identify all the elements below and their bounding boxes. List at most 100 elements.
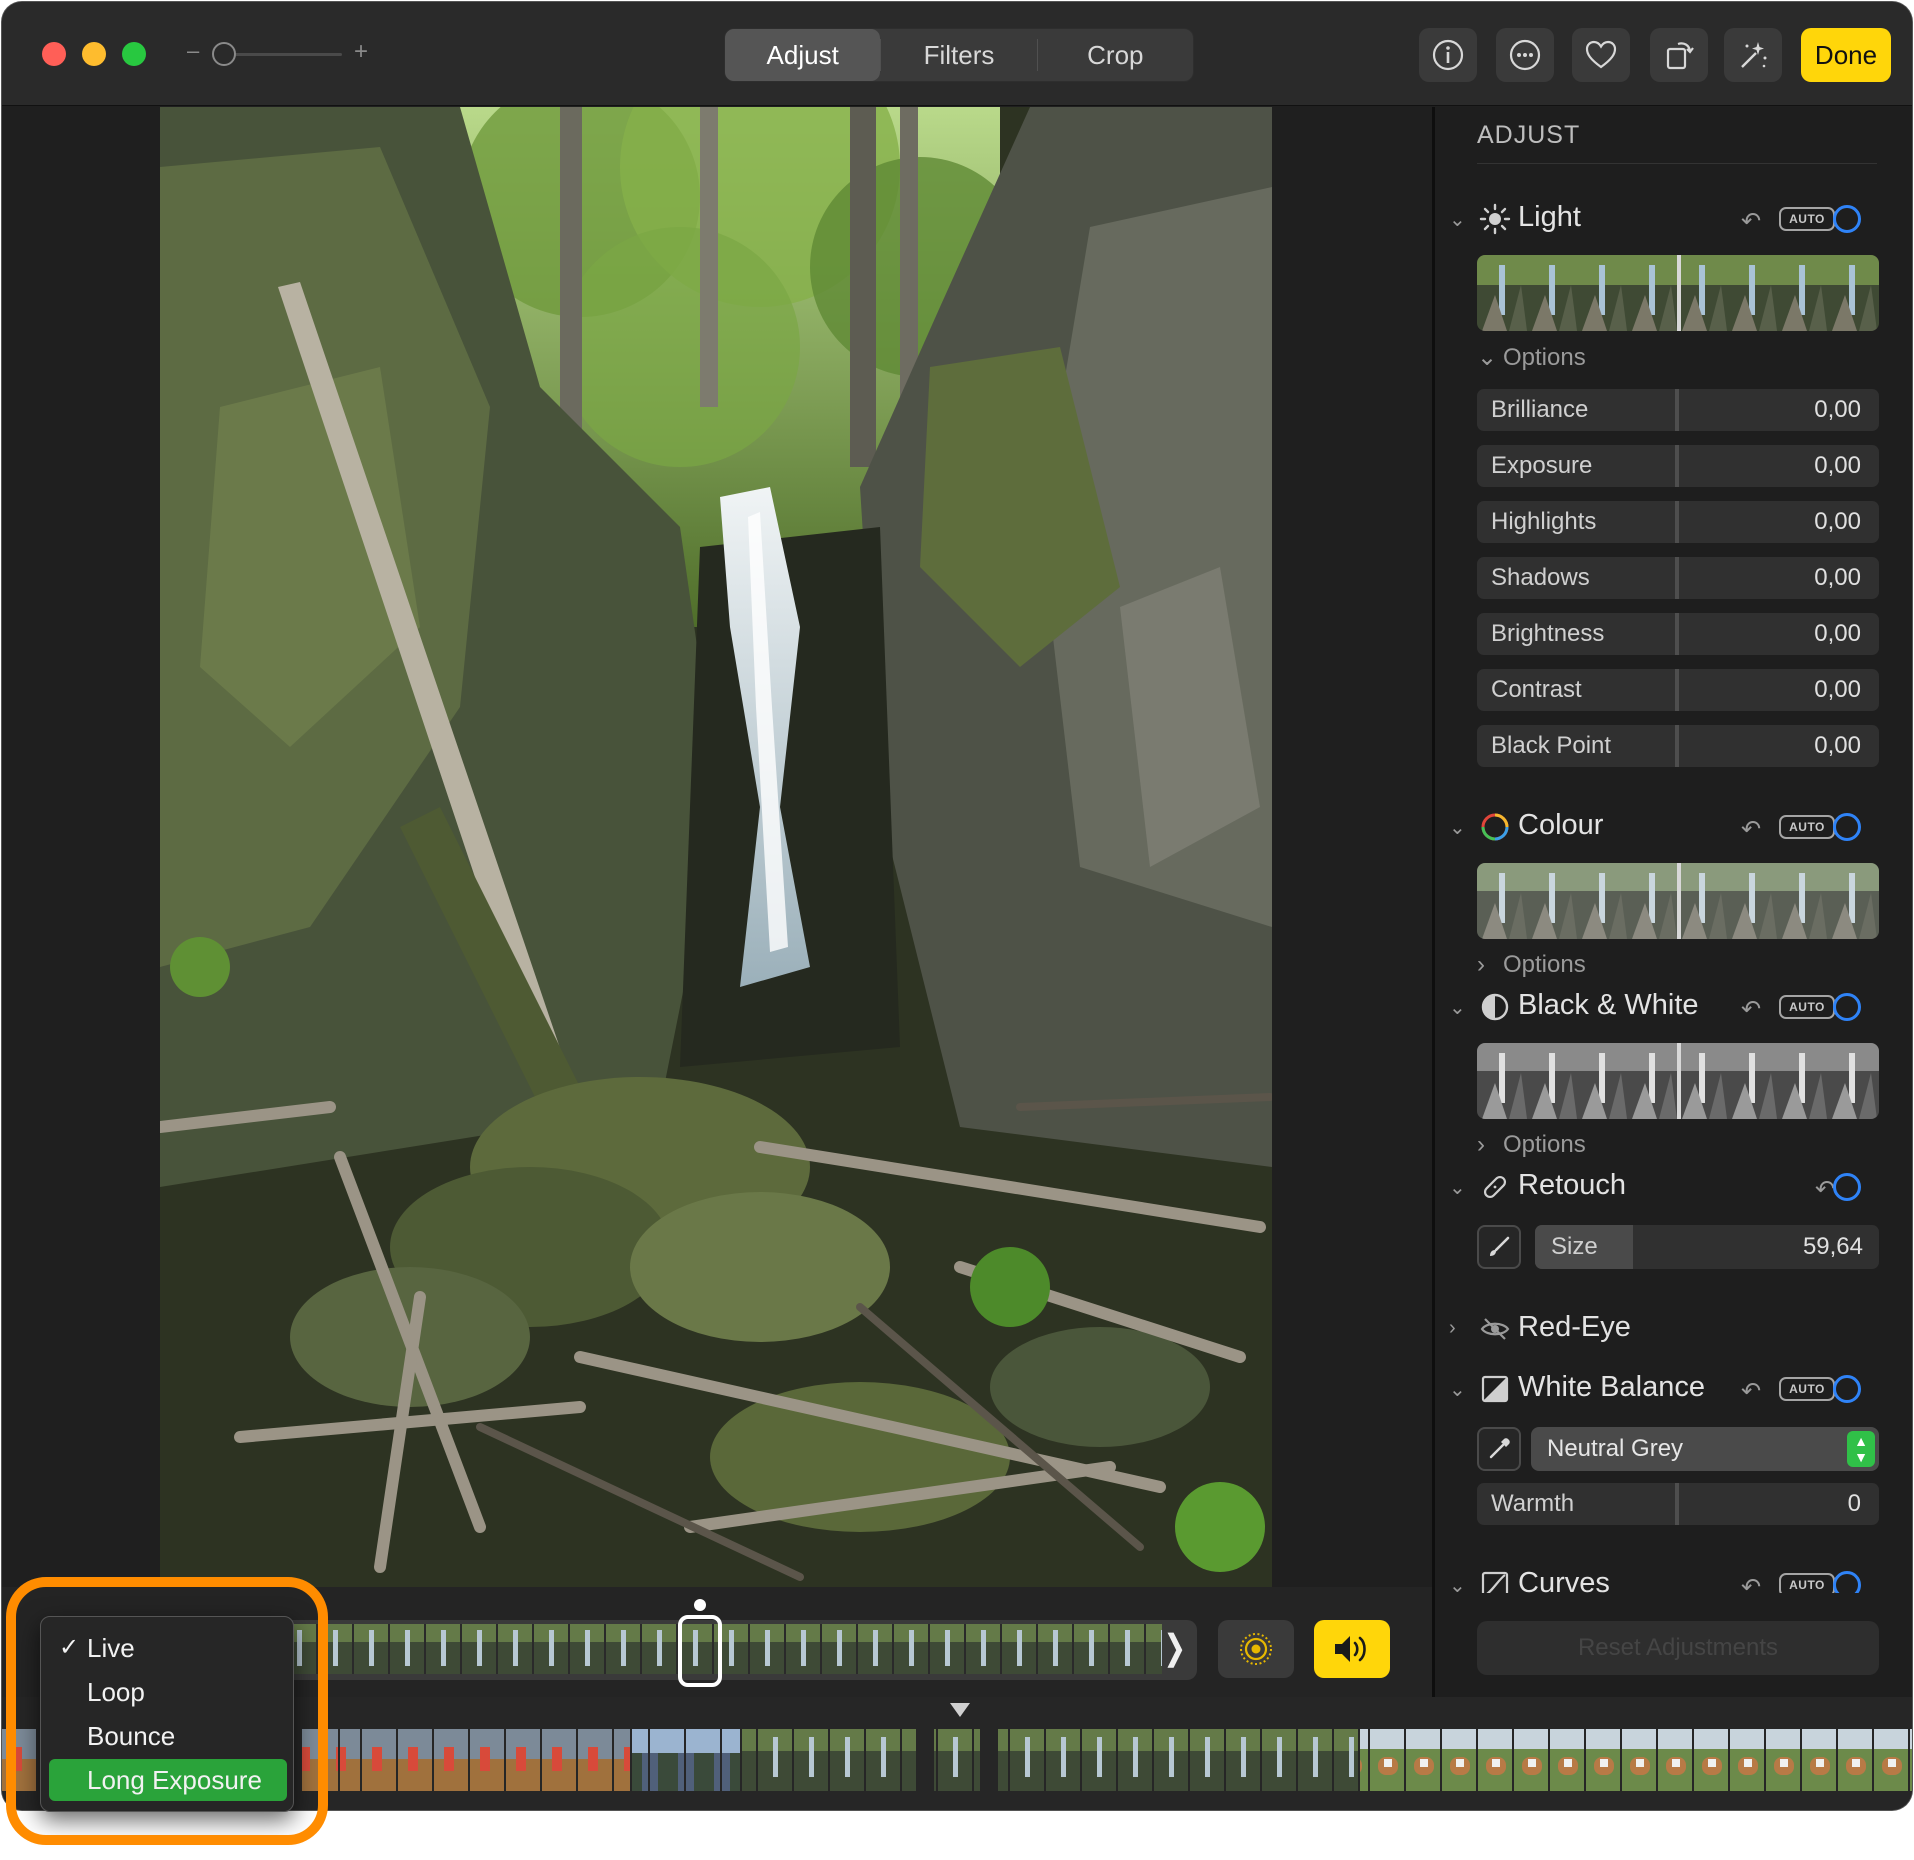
tab-filters[interactable]: Filters: [881, 29, 1036, 81]
enable-toggle[interactable]: [1833, 813, 1861, 841]
brush-icon: [1490, 1236, 1510, 1256]
eye-slash-icon: [1480, 1318, 1510, 1340]
curves-icon: [1481, 1571, 1509, 1593]
chevron-down-icon[interactable]: ⌄: [1449, 1573, 1466, 1593]
colour-options-toggle[interactable]: › Options: [1477, 951, 1586, 979]
current-photo-marker-icon: [950, 1703, 970, 1717]
auto-enhance-icon: [1741, 42, 1767, 68]
white-balance-mode-select[interactable]: Neutral Grey ▲ ▼: [1531, 1427, 1879, 1471]
photo-waterfall[interactable]: [160, 107, 1272, 1587]
enable-toggle[interactable]: [1833, 1375, 1861, 1403]
slider-highlights[interactable]: Highlights 0,00: [1477, 501, 1879, 543]
trim-end-handle[interactable]: ❭: [1161, 1628, 1190, 1668]
done-button[interactable]: Done: [1801, 28, 1891, 82]
section-curves-clip: ⌄ Curves ↶ AUTO: [1435, 1567, 1912, 1593]
adjust-sidebar: ADJUST ⌄ Light ↶ AUTO ⌄ Options Brillianc…: [1432, 107, 1912, 1697]
zoom-in-icon[interactable]: +: [354, 38, 368, 66]
speaker-icon: [1335, 1636, 1366, 1662]
minimize-window-button[interactable]: [82, 42, 106, 66]
auto-button[interactable]: AUTO: [1779, 207, 1835, 231]
retouch-size-slider[interactable]: Size 59,64: [1535, 1225, 1879, 1269]
section-black-white[interactable]: ⌄ Black & White ↶ AUTO: [1435, 989, 1912, 1029]
light-options-toggle[interactable]: ⌄ Options: [1477, 343, 1586, 372]
chevron-down-icon[interactable]: ⌄: [1449, 1377, 1466, 1402]
slider-black-point[interactable]: Black Point 0,00: [1477, 725, 1879, 767]
enable-toggle[interactable]: [1833, 205, 1861, 233]
favorite-button[interactable]: [1572, 28, 1630, 82]
rotate-icon: [1666, 42, 1694, 70]
more-button[interactable]: [1496, 28, 1554, 82]
section-retouch[interactable]: ⌄ Retouch ↶: [1435, 1169, 1912, 1209]
revert-icon[interactable]: ↶: [1741, 207, 1761, 236]
auto-enhance-button[interactable]: [1724, 28, 1782, 82]
stepper-arrows-icon: ▲ ▼: [1847, 1431, 1875, 1467]
chevron-down-icon[interactable]: ⌄: [1449, 1175, 1466, 1200]
zoom-slider-track[interactable]: [222, 53, 342, 56]
colour-wheel-icon: [1481, 813, 1509, 841]
edit-mode-tabs: Adjust Filters Crop: [724, 28, 1194, 82]
close-window-button[interactable]: [42, 42, 66, 66]
section-colour-label: Colour: [1518, 809, 1604, 841]
enable-toggle[interactable]: [1833, 993, 1861, 1021]
section-curves[interactable]: ⌄ Curves ↶ AUTO: [1435, 1567, 1912, 1593]
half-circle-icon: [1481, 993, 1509, 1021]
tab-adjust[interactable]: Adjust: [725, 29, 881, 81]
section-black-white-label: Black & White: [1518, 989, 1699, 1021]
zoom-out-icon[interactable]: –: [187, 38, 199, 64]
section-white-balance[interactable]: ⌄ White Balance ↶ AUTO: [1435, 1371, 1912, 1411]
more-icon: [1509, 39, 1541, 71]
bw-preview-strip[interactable]: [1477, 1043, 1879, 1119]
revert-icon[interactable]: ↶: [1741, 815, 1761, 844]
section-red-eye[interactable]: › Red-Eye: [1435, 1311, 1912, 1351]
rotate-button[interactable]: [1650, 28, 1708, 82]
bw-options-toggle[interactable]: › Options: [1477, 1131, 1586, 1159]
scrub-playhead[interactable]: [678, 1615, 722, 1687]
slider-shadows[interactable]: Shadows 0,00: [1477, 557, 1879, 599]
revert-icon[interactable]: ↶: [1741, 1377, 1761, 1406]
section-white-balance-label: White Balance: [1518, 1371, 1705, 1403]
zoom-window-button[interactable]: [122, 42, 146, 66]
chevron-right-icon: ›: [1477, 1131, 1485, 1158]
scrubber-frames: [282, 1624, 1162, 1674]
reset-adjustments-button[interactable]: Reset Adjustments: [1477, 1621, 1879, 1675]
bandage-icon: [1483, 1175, 1507, 1199]
chevron-right-icon: ›: [1477, 951, 1485, 978]
revert-icon[interactable]: ↶: [1741, 1573, 1761, 1593]
chevron-down-icon: ⌄: [1477, 344, 1498, 371]
auto-button[interactable]: AUTO: [1779, 1377, 1835, 1401]
light-preview-strip[interactable]: [1477, 255, 1879, 331]
auto-button[interactable]: AUTO: [1779, 1573, 1835, 1593]
auto-button[interactable]: AUTO: [1779, 815, 1835, 839]
section-colour[interactable]: ⌄ Colour ↶ AUTO: [1435, 809, 1912, 849]
live-photo-icon: [1240, 1633, 1272, 1665]
chevron-right-icon[interactable]: ›: [1449, 1317, 1456, 1340]
enable-toggle[interactable]: [1833, 1571, 1861, 1593]
chevron-down-icon[interactable]: ⌄: [1449, 995, 1466, 1020]
slider-exposure[interactable]: Exposure 0,00: [1477, 445, 1879, 487]
section-red-eye-label: Red-Eye: [1518, 1311, 1631, 1343]
slider-brightness[interactable]: Brightness 0,00: [1477, 613, 1879, 655]
sun-icon: [1479, 203, 1511, 235]
tab-crop[interactable]: Crop: [1038, 29, 1193, 81]
section-light[interactable]: ⌄ Light ↶ AUTO: [1435, 201, 1912, 241]
zoom-slider-knob[interactable]: [212, 42, 236, 66]
revert-icon[interactable]: ↶: [1741, 995, 1761, 1024]
slider-brilliance[interactable]: Brilliance 0,00: [1477, 389, 1879, 431]
enable-toggle[interactable]: [1833, 1173, 1861, 1201]
live-toggle-button[interactable]: [1218, 1620, 1294, 1678]
slider-warmth[interactable]: Warmth 0: [1477, 1483, 1879, 1525]
chevron-down-icon[interactable]: ⌄: [1449, 207, 1466, 232]
revert-icon[interactable]: ↶: [1815, 1175, 1835, 1204]
section-curves-label: Curves: [1518, 1567, 1610, 1593]
retouch-brush-button[interactable]: [1477, 1225, 1521, 1269]
live-photo-frame-scrubber[interactable]: ❭: [282, 1620, 1197, 1680]
sidebar-title: ADJUST: [1477, 121, 1581, 149]
white-balance-icon: [1481, 1375, 1509, 1403]
chevron-down-icon[interactable]: ⌄: [1449, 815, 1466, 840]
info-button[interactable]: [1419, 28, 1477, 82]
eyedropper-button[interactable]: [1477, 1427, 1521, 1471]
slider-contrast[interactable]: Contrast 0,00: [1477, 669, 1879, 711]
sound-toggle-button[interactable]: [1314, 1620, 1390, 1678]
colour-preview-strip[interactable]: [1477, 863, 1879, 939]
auto-button[interactable]: AUTO: [1779, 995, 1835, 1019]
